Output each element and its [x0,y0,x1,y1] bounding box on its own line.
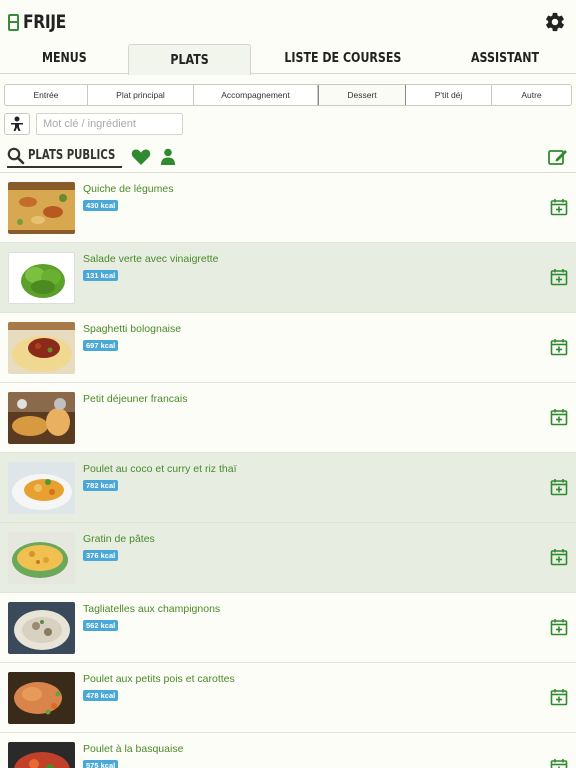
dish-row[interactable]: Gratin de pâtes 376 kcal [0,523,576,593]
add-to-calendar-icon[interactable] [550,338,568,356]
kcal-badge: 131 kcal [83,270,119,281]
add-to-calendar-icon[interactable] [550,408,568,426]
app-logo: FRIJE [8,11,75,33]
heart-icon[interactable] [131,148,151,166]
dish-image-quiche [8,182,75,234]
dish-image-gratin [8,532,75,584]
tab-liste-de-courses[interactable]: LISTE DE COURSES [251,44,434,73]
tab-plats[interactable]: PLATS [128,44,251,75]
category-entree[interactable]: Entrée [5,85,88,105]
kcal-badge: 782 kcal [83,480,119,491]
app-header: FRIJE [0,0,576,44]
add-to-calendar-icon[interactable] [550,478,568,496]
dish-row[interactable]: Tagliatelles aux champignons 562 kcal [0,593,576,663]
kcal-badge: 575 kcal [83,760,119,768]
dish-name[interactable]: Quiche de légumes [83,183,173,195]
dish-row[interactable]: Poulet aux petits pois et carottes 478 k… [0,663,576,733]
dish-name[interactable]: Salade verte avec vinaigrette [83,253,218,265]
app-title: FRIJE [23,11,66,33]
dish-row[interactable]: Salade verte avec vinaigrette 131 kcal [0,243,576,313]
user-icon[interactable] [160,148,176,166]
child-icon [11,116,23,131]
dish-name[interactable]: Poulet à la basquaise [83,743,183,755]
dish-image-breakfast [8,392,75,444]
dish-image-salad [8,252,75,304]
dish-name[interactable]: Poulet aux petits pois et carottes [83,673,235,685]
child-filter-button[interactable] [4,113,30,135]
tab-menus[interactable]: MENUS [0,44,128,73]
category-ptit-dej[interactable]: P'tit déj [406,85,492,105]
add-to-calendar-icon[interactable] [550,688,568,706]
fridge-icon [8,13,19,31]
category-dessert[interactable]: Dessert [318,85,406,105]
dish-image-chicken-peas [8,672,75,724]
public-dishes-filter[interactable]: PLATS PUBLICS [7,147,122,168]
kcal-badge: 376 kcal [83,550,119,561]
dish-name[interactable]: Tagliatelles aux champignons [83,603,220,615]
tab-assistant[interactable]: ASSISTANT [434,44,576,73]
dish-list: Quiche de légumes 430 kcal Salade verte … [0,172,576,768]
dish-row[interactable]: Poulet au coco et curry et riz thaï 782 … [0,453,576,523]
filter-row: PLATS PUBLICS [7,145,576,169]
add-to-calendar-icon[interactable] [550,758,568,768]
dish-name[interactable]: Petit déjeuner francais [83,393,187,405]
dish-row[interactable]: Spaghetti bolognaise 697 kcal [0,313,576,383]
category-plat-principal[interactable]: Plat principal [88,85,194,105]
kcal-badge: 430 kcal [83,200,119,211]
kcal-badge: 562 kcal [83,620,119,631]
add-to-calendar-icon[interactable] [550,618,568,636]
search-icon [7,147,25,164]
dish-image-spaghetti [8,322,75,374]
search-input[interactable] [36,113,183,135]
add-to-calendar-icon[interactable] [550,198,568,216]
edit-icon[interactable] [548,148,568,166]
add-to-calendar-icon[interactable] [550,268,568,286]
dish-name[interactable]: Spaghetti bolognaise [83,323,181,335]
dish-name[interactable]: Poulet au coco et curry et riz thaï [83,463,237,475]
dish-row[interactable]: Poulet à la basquaise 575 kcal [0,733,576,768]
gear-icon[interactable] [544,11,566,33]
public-dishes-label: PLATS PUBLICS [28,148,116,163]
kcal-badge: 478 kcal [83,690,119,701]
add-to-calendar-icon[interactable] [550,548,568,566]
dish-image-tagliatelle [8,602,75,654]
category-accompagnement[interactable]: Accompagnement [194,85,318,105]
dish-name[interactable]: Gratin de pâtes [83,533,155,545]
dish-image-curry [8,462,75,514]
kcal-badge: 697 kcal [83,340,119,351]
main-tabs: MENUS PLATS LISTE DE COURSES ASSISTANT [0,44,576,75]
dish-row[interactable]: Petit déjeuner francais [0,383,576,453]
category-autre[interactable]: Autre [492,85,571,105]
dish-row[interactable]: Quiche de légumes 430 kcal [0,173,576,243]
search-row [4,113,576,135]
category-filter: Entrée Plat principal Accompagnement Des… [4,84,572,106]
dish-image-basquaise [8,742,75,768]
